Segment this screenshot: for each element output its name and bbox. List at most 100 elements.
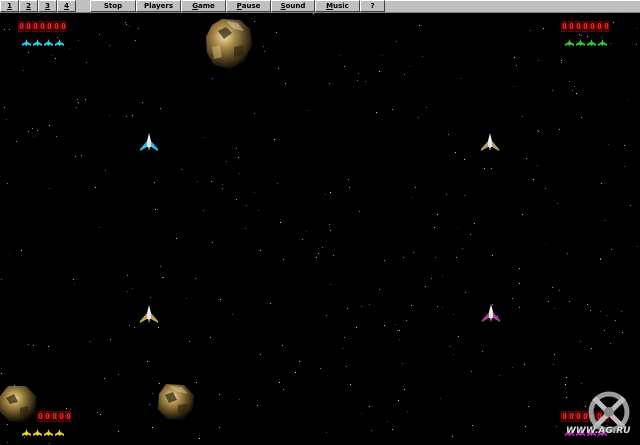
star bbox=[528, 406, 529, 407]
menu-2-button[interactable]: 2 bbox=[19, 0, 38, 12]
star bbox=[624, 145, 625, 146]
star bbox=[99, 34, 100, 35]
star bbox=[613, 22, 614, 23]
menu-players-button[interactable]: Players bbox=[136, 0, 181, 12]
star bbox=[587, 304, 588, 305]
star bbox=[349, 187, 350, 188]
menu-pause-button[interactable]: Pause bbox=[226, 0, 271, 12]
star bbox=[127, 291, 128, 292]
star bbox=[109, 45, 110, 46]
menu-stop-button[interactable]: Stop bbox=[90, 0, 136, 12]
star bbox=[85, 99, 86, 100]
star bbox=[409, 66, 410, 67]
star bbox=[236, 199, 237, 200]
star bbox=[197, 181, 198, 182]
star bbox=[246, 205, 247, 206]
star bbox=[605, 220, 606, 221]
menu-music-button[interactable]: Music bbox=[315, 0, 360, 12]
star bbox=[522, 214, 523, 215]
star bbox=[118, 431, 119, 432]
star bbox=[512, 367, 513, 368]
score-digit: 0 bbox=[51, 411, 57, 422]
life-ship-icon bbox=[22, 429, 31, 436]
star bbox=[474, 223, 475, 224]
star bbox=[419, 25, 420, 26]
star bbox=[181, 169, 182, 170]
star bbox=[132, 115, 133, 116]
star bbox=[163, 277, 164, 278]
star bbox=[600, 311, 601, 312]
star bbox=[330, 192, 331, 193]
star bbox=[392, 429, 393, 430]
star bbox=[600, 258, 601, 259]
life-ship-icon bbox=[33, 39, 42, 46]
star bbox=[24, 437, 25, 438]
star bbox=[306, 231, 307, 232]
star bbox=[76, 107, 77, 108]
star bbox=[23, 70, 24, 71]
star bbox=[160, 266, 161, 267]
star bbox=[70, 409, 71, 410]
star bbox=[152, 393, 153, 394]
star bbox=[195, 278, 196, 279]
star bbox=[326, 315, 327, 316]
star bbox=[162, 277, 163, 278]
star bbox=[73, 279, 74, 280]
star bbox=[437, 214, 438, 215]
star bbox=[49, 443, 50, 444]
menu-game-button[interactable]: Game bbox=[181, 0, 226, 12]
star bbox=[460, 78, 461, 79]
menu-sound-button[interactable]: Sound bbox=[271, 0, 315, 12]
lives-top-left bbox=[22, 39, 64, 46]
star bbox=[9, 254, 10, 255]
star bbox=[464, 195, 465, 196]
life-ship-icon bbox=[22, 39, 31, 46]
star bbox=[601, 183, 602, 184]
star bbox=[574, 86, 575, 87]
star bbox=[561, 62, 562, 63]
score-digit: 0 bbox=[568, 21, 574, 32]
life-ship-icon bbox=[33, 429, 42, 436]
star bbox=[295, 372, 296, 373]
star bbox=[448, 134, 449, 135]
star bbox=[553, 364, 554, 365]
star bbox=[211, 181, 212, 182]
star bbox=[344, 66, 345, 67]
star bbox=[450, 346, 451, 347]
star bbox=[7, 424, 8, 425]
star bbox=[126, 24, 127, 25]
star bbox=[333, 255, 334, 256]
star bbox=[519, 307, 520, 308]
star bbox=[232, 314, 233, 315]
star bbox=[522, 116, 523, 117]
score-digit: 0 bbox=[596, 21, 602, 32]
star bbox=[149, 404, 150, 405]
star bbox=[559, 129, 560, 130]
star bbox=[407, 411, 408, 412]
menu-3-button[interactable]: 3 bbox=[38, 0, 57, 12]
star bbox=[4, 29, 5, 30]
star bbox=[263, 46, 264, 47]
menu--button-help[interactable]: ? bbox=[360, 0, 385, 12]
star bbox=[630, 205, 631, 206]
star bbox=[95, 187, 96, 188]
player-ship-magenta bbox=[482, 304, 500, 322]
star bbox=[239, 399, 240, 400]
star bbox=[78, 102, 79, 103]
star bbox=[526, 158, 527, 159]
star bbox=[611, 249, 612, 250]
star bbox=[465, 292, 466, 293]
lives-bottom-left bbox=[22, 429, 64, 436]
menu-1-button[interactable]: 1 bbox=[0, 0, 19, 12]
star bbox=[150, 297, 151, 298]
menu-4-button[interactable]: 4 bbox=[57, 0, 76, 12]
star bbox=[406, 320, 407, 321]
star bbox=[260, 250, 261, 251]
star bbox=[1, 279, 2, 280]
star bbox=[176, 238, 177, 239]
star bbox=[350, 384, 351, 385]
star bbox=[210, 337, 211, 338]
star bbox=[138, 28, 139, 29]
star bbox=[395, 324, 396, 325]
star bbox=[610, 343, 611, 344]
